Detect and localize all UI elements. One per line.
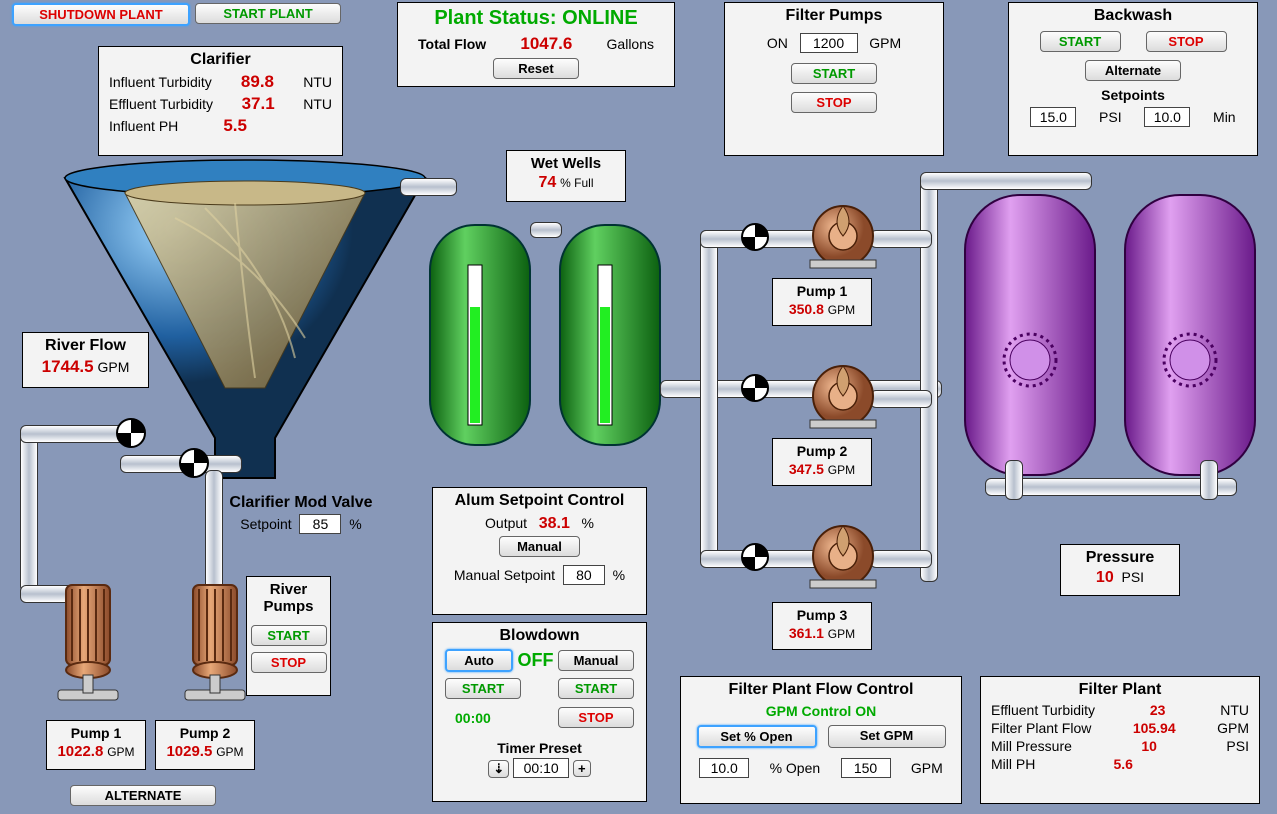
wet-wells-icon (420, 205, 680, 475)
river-pump-2-icon (175, 575, 255, 725)
timer-down-button[interactable]: ⇣ (488, 760, 509, 778)
filter-pumps-on-input[interactable]: 1200 (800, 33, 858, 53)
river-pumps-start-button[interactable]: START (251, 625, 327, 646)
fpc-panel: Filter Plant Flow Control GPM Control ON… (680, 676, 962, 804)
clarifier-icon (55, 158, 435, 498)
valve-icon (740, 222, 770, 252)
filter-pumps-start-button[interactable]: START (791, 63, 877, 84)
river-flow-title: River Flow (23, 333, 148, 357)
backwash-min-input[interactable]: 10.0 (1144, 107, 1190, 127)
plant-status-panel: Plant Status: ONLINE Total Flow 1047.6 G… (397, 2, 675, 87)
valve-icon (740, 542, 770, 572)
timer-preset-input[interactable]: 00:10 (513, 758, 569, 778)
blowdown-manual-button[interactable]: Manual (558, 650, 634, 671)
river-pump-2-panel: Pump 2 1029.5 GPM (155, 720, 255, 770)
backwash-panel: Backwash START STOP Alternate Setpoints … (1008, 2, 1258, 156)
filter-tanks-icon (955, 185, 1275, 525)
filter-pump-2-icon (795, 352, 895, 432)
blowdown-auto-start-button[interactable]: START (445, 678, 521, 699)
cmv-panel: Clarifier Mod Valve Setpoint 85 % (206, 490, 396, 546)
alum-panel: Alum Setpoint Control Output 38.1 % Manu… (432, 487, 647, 615)
backwash-start-button[interactable]: START (1040, 31, 1121, 52)
backwash-psi-input[interactable]: 15.0 (1030, 107, 1076, 127)
blowdown-manual-stop-button[interactable]: STOP (558, 707, 634, 728)
start-plant-button[interactable]: START PLANT (195, 3, 341, 24)
timer-up-button[interactable]: + (573, 760, 591, 777)
fpc-open-input[interactable]: 10.0 (699, 758, 749, 778)
pressure-panel: Pressure 10 PSI (1060, 544, 1180, 596)
river-pumps-panel: River Pumps START STOP (246, 576, 331, 696)
backwash-alternate-button[interactable]: Alternate (1085, 60, 1181, 81)
blowdown-panel: Blowdown Auto OFF Manual START START 00:… (432, 622, 647, 802)
blowdown-auto-button[interactable]: Auto (445, 649, 513, 672)
river-pump-1-icon (48, 575, 128, 725)
filter-pump-1-icon (795, 192, 895, 272)
fpc-gpm-input[interactable]: 150 (841, 758, 891, 778)
clarifier-panel: Clarifier Influent Turbidity89.8NTU Effl… (98, 46, 343, 156)
valve-icon (115, 417, 147, 449)
total-flow-unit: Gallons (607, 36, 654, 52)
shutdown-plant-button[interactable]: SHUTDOWN PLANT (12, 3, 190, 26)
alum-manual-button[interactable]: Manual (499, 536, 580, 557)
plant-status-label: Plant Status: ONLINE (398, 3, 674, 30)
wet-wells-panel: Wet Wells 74 % Full (506, 150, 626, 202)
filter-pump-1-value: Pump 1 350.8 GPM (772, 278, 872, 326)
reset-button[interactable]: Reset (493, 58, 579, 79)
river-flow-panel: River Flow 1744.5 GPM (22, 332, 149, 388)
river-pump-1-panel: Pump 1 1022.8 GPM (46, 720, 146, 770)
alum-manual-setpoint-input[interactable]: 80 (563, 565, 605, 585)
filter-pump-3-value: Pump 3 361.1 GPM (772, 602, 872, 650)
backwash-stop-button[interactable]: STOP (1146, 31, 1227, 52)
river-pumps-alternate-button[interactable]: ALTERNATE (70, 785, 216, 806)
river-pumps-stop-button[interactable]: STOP (251, 652, 327, 673)
filter-pumps-stop-button[interactable]: STOP (791, 92, 877, 113)
valve-icon (178, 447, 210, 479)
fpc-set-open-button[interactable]: Set % Open (697, 725, 817, 748)
filter-pump-2-value: Pump 2 347.5 GPM (772, 438, 872, 486)
blowdown-manual-start-button[interactable]: START (558, 678, 634, 699)
fpc-set-gpm-button[interactable]: Set GPM (828, 725, 946, 748)
filter-plant-panel: Filter Plant Effluent Turbidity23NTU Fil… (980, 676, 1260, 804)
filter-pumps-panel: Filter Pumps ON 1200 GPM START STOP (724, 2, 944, 156)
valve-icon (740, 373, 770, 403)
clarifier-title: Clarifier (99, 47, 342, 71)
total-flow-value: 1047.6 (520, 34, 572, 54)
filter-pump-3-icon (795, 512, 895, 592)
cmv-setpoint-input[interactable]: 85 (299, 514, 341, 534)
total-flow-label: Total Flow (418, 36, 486, 52)
